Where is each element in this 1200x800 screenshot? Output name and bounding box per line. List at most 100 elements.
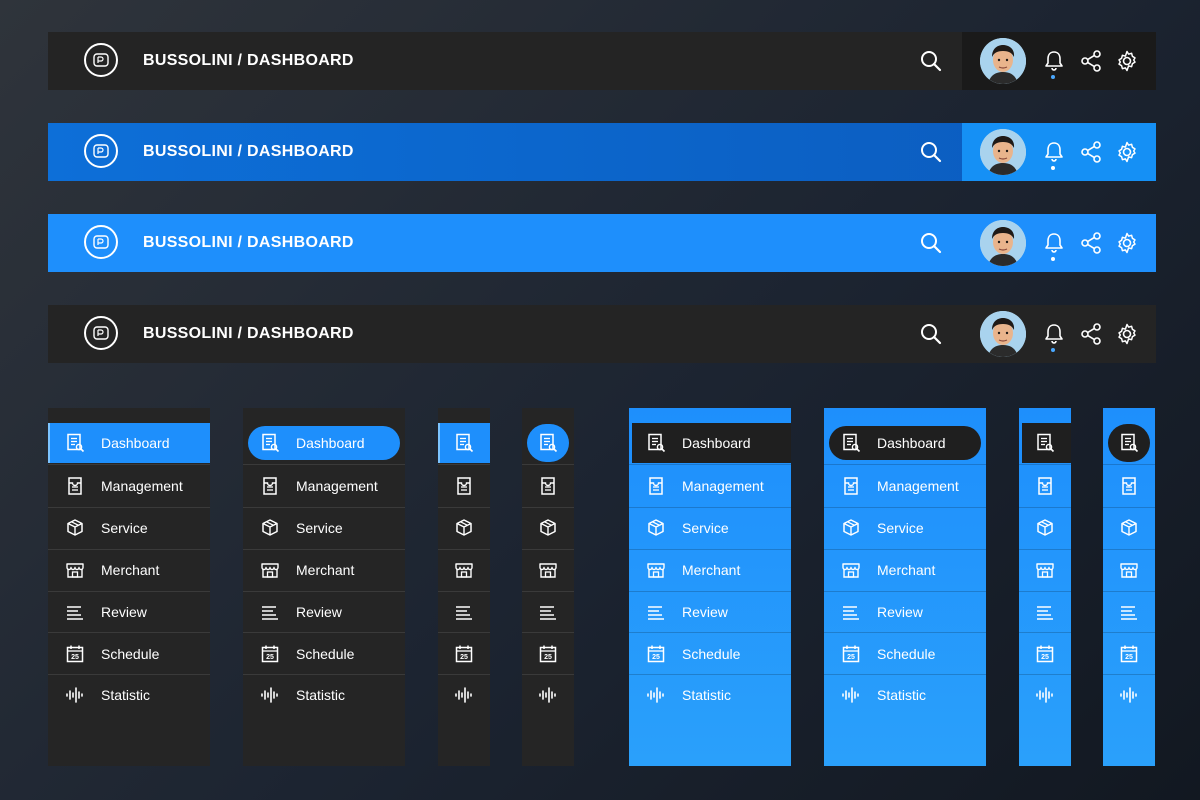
nav-item-merchant[interactable] bbox=[522, 549, 574, 591]
service-icon bbox=[538, 518, 558, 543]
nav-item-label: Management bbox=[877, 478, 959, 494]
service-icon bbox=[65, 518, 85, 543]
nav-item-review[interactable]: Review bbox=[629, 591, 791, 633]
gear-icon[interactable] bbox=[1116, 50, 1138, 77]
nav-item-dashboard[interactable]: Dashboard bbox=[48, 422, 210, 464]
nav-item-service[interactable]: Service bbox=[243, 507, 405, 549]
nav-item-review[interactable] bbox=[1103, 591, 1155, 633]
management-icon bbox=[1035, 476, 1055, 501]
nav-item-review[interactable]: Review bbox=[243, 591, 405, 633]
nav-item-merchant[interactable] bbox=[1019, 549, 1071, 591]
nav-item-dashboard[interactable] bbox=[1019, 422, 1071, 464]
nav-item-management[interactable] bbox=[522, 465, 574, 507]
nav-item-schedule[interactable]: 25 bbox=[1103, 633, 1155, 675]
dashboard-icon bbox=[1035, 433, 1055, 458]
nav-item-statistic[interactable] bbox=[1103, 674, 1155, 716]
logo-icon[interactable] bbox=[84, 134, 118, 168]
bell-icon[interactable] bbox=[1044, 141, 1064, 168]
nav-item-management[interactable] bbox=[1019, 465, 1071, 507]
nav-item-management[interactable] bbox=[438, 465, 490, 507]
nav-item-service[interactable]: Service bbox=[48, 507, 210, 549]
nav-item-management[interactable] bbox=[1103, 465, 1155, 507]
share-icon[interactable] bbox=[1080, 141, 1102, 168]
search-icon[interactable] bbox=[920, 232, 942, 259]
nav-item-service[interactable] bbox=[438, 507, 490, 549]
nav-item-schedule[interactable]: 25 bbox=[1019, 633, 1071, 675]
nav-item-schedule[interactable]: 25 Schedule bbox=[629, 633, 791, 675]
logo-icon[interactable] bbox=[84, 43, 118, 77]
merchant-icon bbox=[260, 560, 280, 585]
nav-item-dashboard[interactable]: Dashboard bbox=[824, 422, 986, 464]
merchant-icon bbox=[1119, 560, 1139, 585]
nav-item-dashboard[interactable] bbox=[522, 422, 574, 464]
bell-icon[interactable] bbox=[1044, 323, 1064, 350]
nav-item-statistic[interactable]: Statistic bbox=[824, 674, 986, 716]
nav-item-schedule[interactable]: 25 Schedule bbox=[48, 633, 210, 675]
page-title: BUSSOLINI / DASHBOARD bbox=[143, 234, 354, 251]
nav-item-review[interactable]: Review bbox=[48, 591, 210, 633]
search-icon[interactable] bbox=[920, 141, 942, 168]
nav-item-management[interactable]: Management bbox=[824, 465, 986, 507]
nav-item-schedule[interactable]: 25 Schedule bbox=[243, 633, 405, 675]
nav-item-statistic[interactable]: Statistic bbox=[629, 674, 791, 716]
schedule-day-text: 25 bbox=[847, 654, 855, 661]
nav-item-service[interactable] bbox=[522, 507, 574, 549]
nav-item-dashboard[interactable]: Dashboard bbox=[629, 422, 791, 464]
sidebar-blue-narrow-pill: 25 bbox=[1103, 408, 1155, 766]
nav-item-service[interactable] bbox=[1019, 507, 1071, 549]
nav-item-dashboard[interactable] bbox=[1103, 422, 1155, 464]
nav-item-management[interactable]: Management bbox=[48, 465, 210, 507]
page-title: BUSSOLINI / DASHBOARD bbox=[143, 325, 354, 342]
nav-item-review[interactable]: Review bbox=[824, 591, 986, 633]
logo-icon[interactable] bbox=[84, 316, 118, 350]
share-icon[interactable] bbox=[1080, 323, 1102, 350]
nav-item-merchant[interactable]: Merchant bbox=[243, 549, 405, 591]
nav-item-statistic[interactable] bbox=[1019, 674, 1071, 716]
nav-item-label: Merchant bbox=[296, 562, 355, 578]
nav-item-merchant[interactable]: Merchant bbox=[824, 549, 986, 591]
nav-item-dashboard[interactable] bbox=[438, 422, 490, 464]
bell-icon[interactable] bbox=[1044, 232, 1064, 259]
nav-item-statistic[interactable]: Statistic bbox=[243, 674, 405, 716]
nav-item-label: Review bbox=[682, 604, 728, 620]
avatar[interactable] bbox=[980, 129, 1026, 175]
sidebar-blue-narrow: 25 bbox=[1019, 408, 1071, 766]
review-icon bbox=[646, 602, 666, 627]
avatar[interactable] bbox=[980, 38, 1026, 84]
dashboard-icon bbox=[538, 433, 558, 458]
logo-icon[interactable] bbox=[84, 225, 118, 259]
search-icon[interactable] bbox=[920, 50, 942, 77]
share-icon[interactable] bbox=[1080, 232, 1102, 259]
gear-icon[interactable] bbox=[1116, 323, 1138, 350]
nav-item-management[interactable]: Management bbox=[243, 465, 405, 507]
nav-item-merchant[interactable]: Merchant bbox=[48, 549, 210, 591]
gear-icon[interactable] bbox=[1116, 232, 1138, 259]
nav-item-management[interactable]: Management bbox=[629, 465, 791, 507]
avatar[interactable] bbox=[980, 220, 1026, 266]
nav-item-statistic[interactable] bbox=[522, 674, 574, 716]
nav-item-schedule[interactable]: 25 bbox=[438, 633, 490, 675]
nav-item-merchant[interactable] bbox=[438, 549, 490, 591]
nav-item-statistic[interactable] bbox=[438, 674, 490, 716]
nav-item-label: Service bbox=[296, 520, 343, 536]
nav-item-merchant[interactable]: Merchant bbox=[629, 549, 791, 591]
nav-item-service[interactable]: Service bbox=[824, 507, 986, 549]
sidebar-dark-wide: Dashboard Management Service Merchant Review… bbox=[48, 408, 210, 766]
nav-item-dashboard[interactable]: Dashboard bbox=[243, 422, 405, 464]
nav-item-review[interactable] bbox=[1019, 591, 1071, 633]
nav-item-review[interactable] bbox=[438, 591, 490, 633]
nav-item-merchant[interactable] bbox=[1103, 549, 1155, 591]
share-icon[interactable] bbox=[1080, 50, 1102, 77]
nav-item-service[interactable]: Service bbox=[629, 507, 791, 549]
nav-item-schedule[interactable]: 25 bbox=[522, 633, 574, 675]
sidebar-dark-wide-pill: Dashboard Management Service Merchant Review… bbox=[243, 408, 405, 766]
search-icon[interactable] bbox=[920, 323, 942, 350]
bell-icon[interactable] bbox=[1044, 50, 1064, 77]
nav-item-schedule[interactable]: 25 Schedule bbox=[824, 633, 986, 675]
nav-item-service[interactable] bbox=[1103, 507, 1155, 549]
gear-icon[interactable] bbox=[1116, 141, 1138, 168]
nav-item-review[interactable] bbox=[522, 591, 574, 633]
service-icon bbox=[1119, 518, 1139, 543]
nav-item-statistic[interactable]: Statistic bbox=[48, 674, 210, 716]
avatar[interactable] bbox=[980, 311, 1026, 357]
